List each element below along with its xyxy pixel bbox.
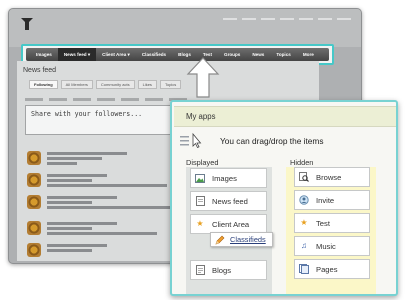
app-label: Test bbox=[316, 218, 330, 228]
app-item-invite[interactable]: Invite bbox=[294, 190, 370, 210]
tab-following[interactable]: Following bbox=[29, 80, 58, 89]
avatar bbox=[27, 173, 41, 187]
panel-header: My apps bbox=[174, 106, 396, 127]
app-label: Blogs bbox=[212, 265, 231, 275]
nav-item-images[interactable]: Images bbox=[30, 48, 58, 61]
avatar bbox=[27, 221, 41, 235]
top-links bbox=[223, 15, 351, 20]
app-label: Client Area bbox=[212, 219, 250, 229]
app-label: News feed bbox=[212, 196, 248, 206]
share-placeholder: Share with your followers... bbox=[31, 110, 143, 118]
pencil-icon bbox=[215, 235, 225, 245]
nav-item-client-area[interactable]: Client Area ▾ bbox=[96, 48, 136, 61]
nav-item-topics[interactable]: Topics bbox=[270, 48, 296, 61]
site-header bbox=[9, 9, 361, 47]
drag-drop-icon bbox=[180, 132, 202, 148]
dragging-app-item-classifieds[interactable]: Classifieds bbox=[210, 232, 273, 247]
news-feed-title: News feed bbox=[23, 67, 57, 74]
browse-icon bbox=[299, 172, 309, 182]
main-nav: Images News feed ▾ Client Area ▾ Classif… bbox=[26, 48, 329, 61]
drag-hint: You can drag/drop the items bbox=[180, 130, 390, 150]
app-label: Pages bbox=[316, 264, 338, 274]
arrow-up-icon bbox=[186, 57, 220, 98]
avatar bbox=[27, 243, 41, 257]
tab-community-acts[interactable]: Community acts bbox=[95, 80, 135, 89]
app-item-music[interactable]: ♫ Music bbox=[294, 236, 370, 256]
invite-icon bbox=[299, 195, 309, 205]
my-apps-panel: My apps You can drag/drop the items Disp… bbox=[170, 100, 398, 296]
app-label: Invite bbox=[316, 195, 335, 205]
app-item-images[interactable]: Images bbox=[190, 168, 267, 188]
composite-screenshot: Images News feed ▾ Client Area ▾ Classif… bbox=[0, 0, 405, 300]
feed-tabs: Following All Members Community acts Lik… bbox=[29, 80, 182, 89]
nav-item-news-feed[interactable]: News feed ▾ bbox=[57, 48, 97, 61]
app-item-client-area[interactable]: ★ Client Area bbox=[190, 214, 267, 234]
nav-item-groups[interactable]: Groups bbox=[218, 48, 246, 61]
displayed-label: Displayed bbox=[186, 158, 219, 167]
tab-likes[interactable]: Likes bbox=[137, 80, 157, 89]
app-item-blogs[interactable]: Blogs bbox=[190, 260, 267, 280]
star-icon: ★ bbox=[300, 218, 308, 227]
nav-item-label: News feed bbox=[63, 52, 87, 57]
hidden-label: Hidden bbox=[290, 158, 314, 167]
drag-hint-text: You can drag/drop the items bbox=[220, 136, 324, 146]
tab-all-members[interactable]: All Members bbox=[60, 80, 93, 89]
images-icon bbox=[195, 173, 205, 183]
nav-item-news[interactable]: News bbox=[246, 48, 270, 61]
nav-item-more[interactable]: More bbox=[297, 48, 320, 61]
app-item-browse[interactable]: Browse bbox=[294, 167, 370, 187]
app-label: Classifieds bbox=[230, 235, 266, 244]
app-label: Music bbox=[316, 241, 336, 251]
site-logo-icon bbox=[20, 16, 34, 32]
app-item-test[interactable]: ★ Test bbox=[294, 213, 370, 233]
app-label: Browse bbox=[316, 172, 342, 182]
avatar bbox=[27, 151, 41, 165]
nav-item-classifieds[interactable]: Classifieds bbox=[136, 48, 172, 61]
news-feed-icon bbox=[195, 196, 205, 206]
nav-item-label: Client Area bbox=[102, 52, 127, 57]
panel-title: My apps bbox=[186, 112, 216, 121]
pages-icon bbox=[299, 264, 309, 274]
tab-topics[interactable]: Topics bbox=[159, 80, 182, 89]
star-icon: ★ bbox=[196, 219, 204, 228]
avatar bbox=[27, 195, 41, 209]
music-icon: ♫ bbox=[301, 241, 307, 250]
app-item-news-feed[interactable]: News feed bbox=[190, 191, 267, 211]
app-label: Images bbox=[212, 173, 237, 183]
share-toolbar bbox=[25, 98, 187, 101]
blogs-icon bbox=[195, 265, 205, 275]
app-item-pages[interactable]: Pages bbox=[294, 259, 370, 279]
